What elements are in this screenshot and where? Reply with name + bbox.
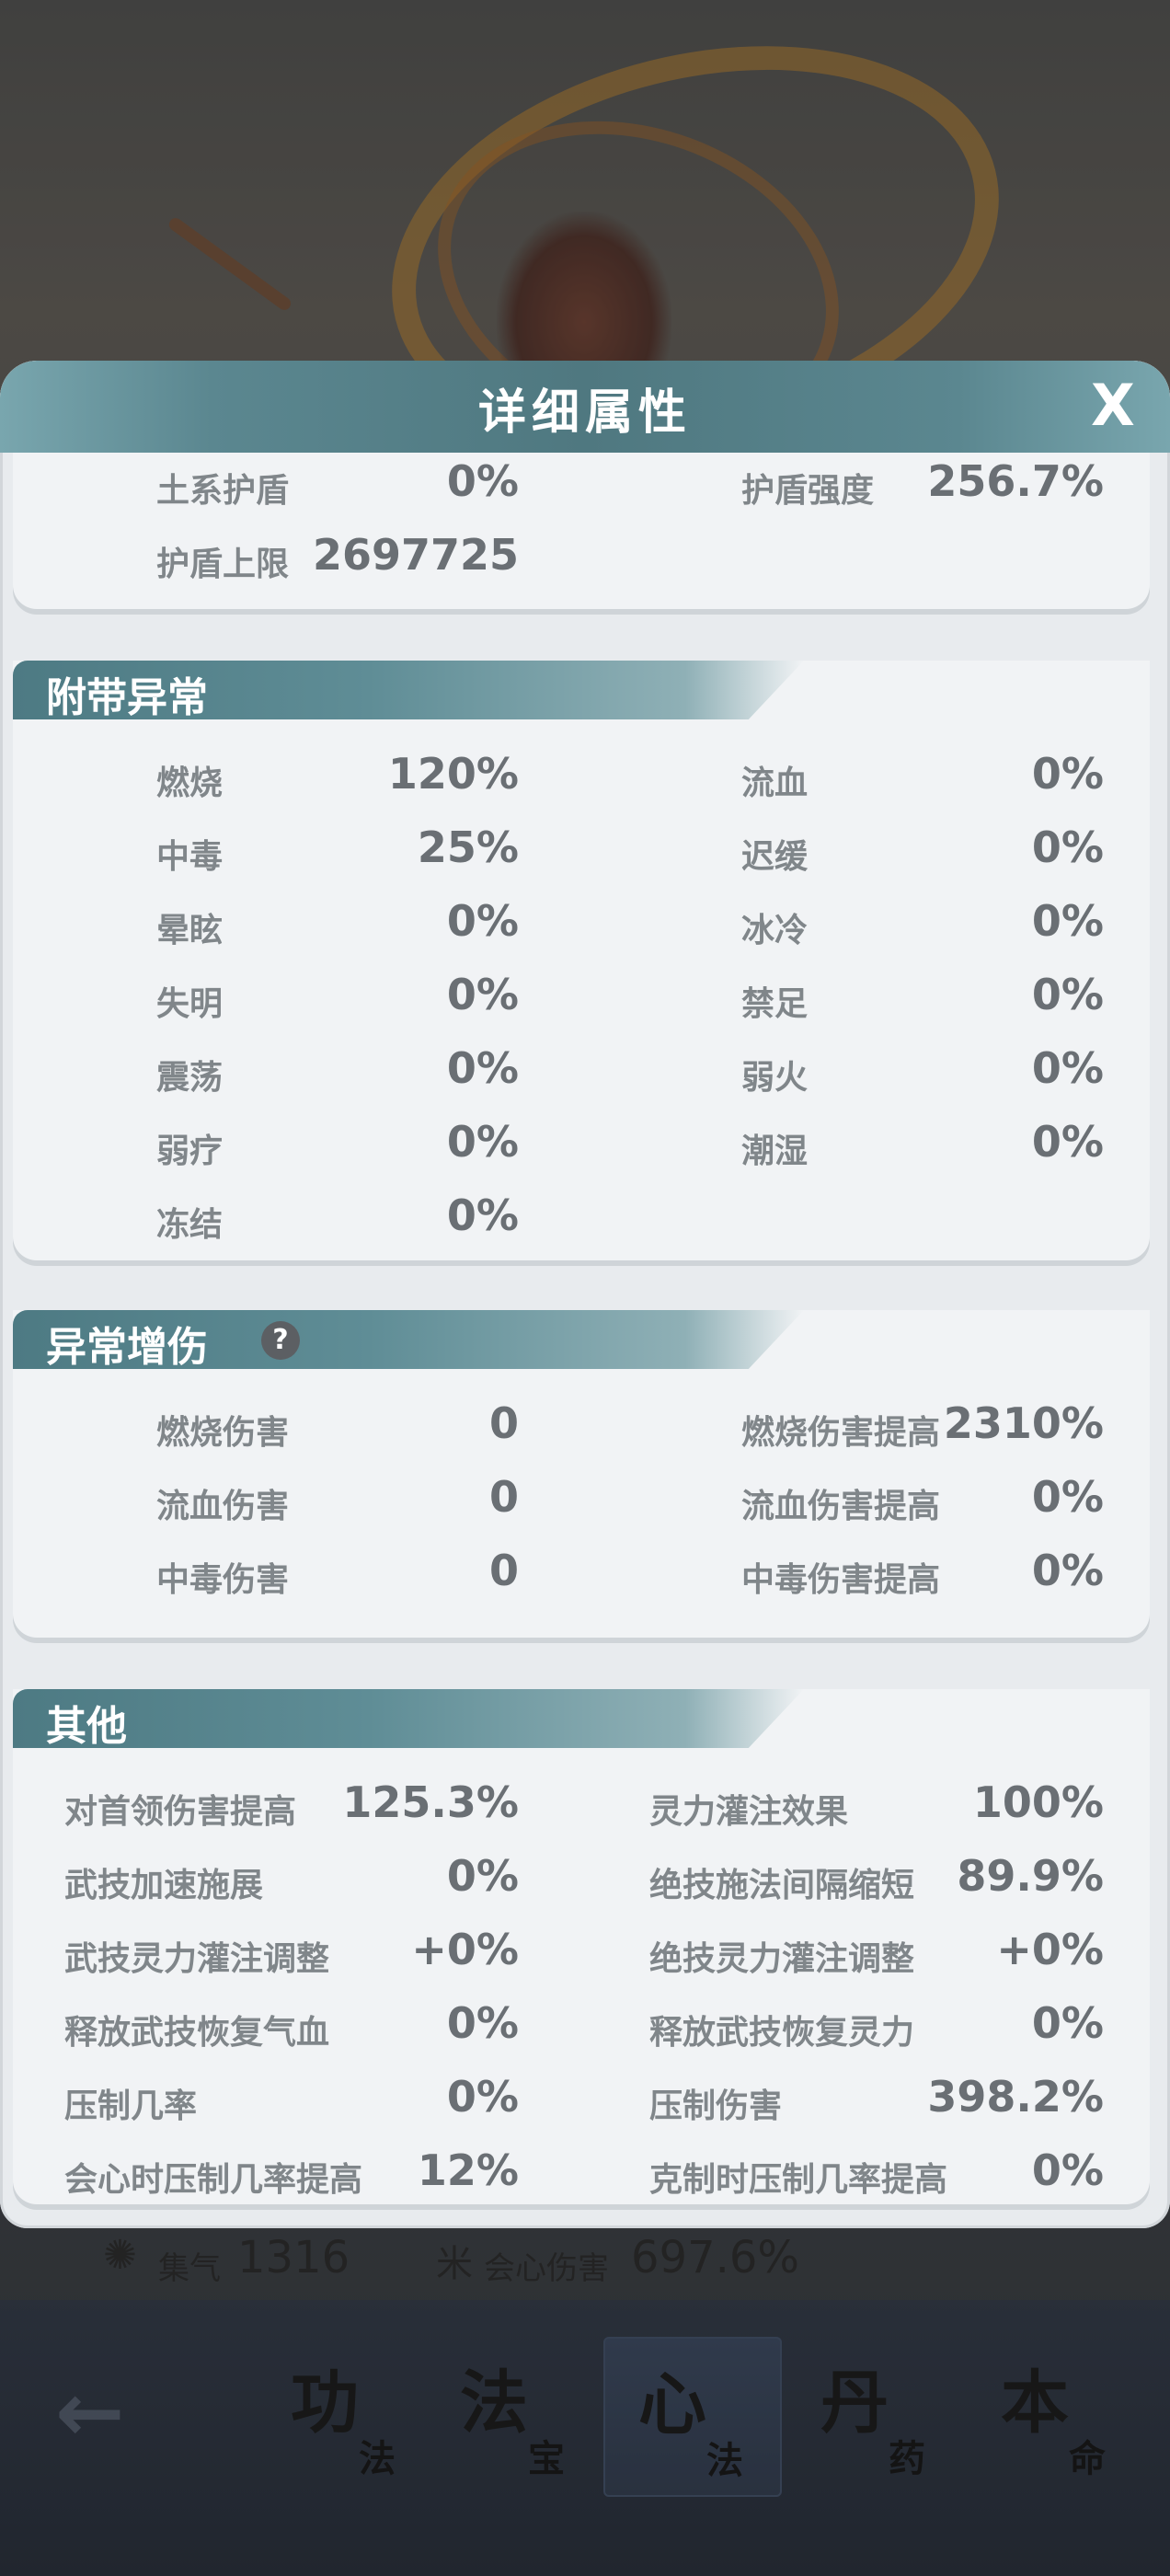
attr-label: 中毒伤害 (156, 1561, 290, 1599)
attr-label: 压制几率 (64, 2087, 198, 2125)
attr-label: 迟缓 (741, 838, 809, 876)
attr-value: 0% (446, 1117, 519, 1167)
attr-label: 压制伤害 (649, 2087, 783, 2125)
attr-value: 0% (446, 1190, 519, 1240)
status-damage-card: 异常增伤 ? 燃烧伤害 0 燃烧伤害提高 2310% 流血伤害 0 流血伤害提高… (13, 1310, 1150, 1638)
attr-label: 绝技施法间隔缩短 (649, 1867, 915, 1904)
section-title: 其他 (46, 1703, 127, 1750)
attr-value: 0% (1031, 896, 1104, 946)
attr-label: 燃烧伤害 (156, 1414, 290, 1452)
panel-header: 详细属性 X (0, 361, 1170, 453)
attr-value: 0% (1031, 1043, 1104, 1093)
panel-title: 详细属性 (477, 385, 692, 441)
attr-label: 释放武技恢复灵力 (649, 2014, 915, 2052)
attr-value: 89.9% (957, 1851, 1104, 1901)
attr-value: 100% (972, 1777, 1104, 1827)
section-title: 异常增伤 (46, 1324, 208, 1371)
attr-label: 弱火 (741, 1059, 809, 1097)
attr-label: 冰冷 (741, 912, 809, 949)
section-title: 附带异常 (46, 674, 208, 721)
attr-value: 2697725 (312, 530, 519, 580)
detail-attributes-panel: 详细属性 X 土系护盾 0% 护盾强度 256.7% 护盾上限 2697725 … (0, 361, 1170, 2228)
attr-value: 0% (1031, 822, 1104, 872)
attr-value: 2310% (943, 1398, 1104, 1448)
attr-label: 灵力灌注效果 (649, 1793, 849, 1831)
attr-label: 失明 (156, 985, 224, 1023)
attr-value: 398.2% (927, 2072, 1104, 2122)
attr-label: 武技加速施展 (64, 1867, 264, 1904)
attr-label: 流血伤害 (156, 1488, 290, 1525)
attr-value: 256.7% (927, 456, 1104, 506)
attr-value: 0% (1031, 1546, 1104, 1595)
attr-label: 燃烧 (156, 765, 224, 802)
attr-label: 潮湿 (741, 1133, 809, 1170)
attr-label: 护盾上限 (156, 546, 290, 583)
attr-value: 0% (446, 1851, 519, 1901)
attr-label: 弱疗 (156, 1133, 224, 1170)
attr-value: +0% (996, 1925, 1104, 1974)
close-icon[interactable]: X (1091, 372, 1135, 439)
attr-label: 武技灵力灌注调整 (64, 1940, 330, 1978)
attr-value: 120% (387, 749, 519, 799)
attr-value: 0% (1031, 1117, 1104, 1167)
attr-value: 0% (446, 896, 519, 946)
attr-value: 0% (1031, 2145, 1104, 2195)
attr-label: 克制时压制几率提高 (649, 2161, 948, 2199)
attr-value: 12% (417, 2145, 519, 2195)
other-card: 其他 对首领伤害提高 125.3% 灵力灌注效果 100% 武技加速施展 0% … (13, 1689, 1150, 2204)
attr-label: 晕眩 (156, 912, 224, 949)
attr-label: 震荡 (156, 1059, 224, 1097)
attr-label: 冻结 (156, 1206, 224, 1244)
status-effects-card: 附带异常 燃烧 120% 流血 0% 中毒 25% 迟缓 0% 晕眩 0% 冰冷… (13, 661, 1150, 1260)
attr-label: 流血 (741, 765, 809, 802)
attr-label: 护盾强度 (741, 472, 875, 510)
attr-label: 释放武技恢复气血 (64, 2014, 330, 2052)
attr-label: 禁足 (741, 985, 809, 1023)
attr-value: 0 (488, 1546, 519, 1595)
attr-label: 会心时压制几率提高 (64, 2161, 363, 2199)
section-header-band (13, 1689, 804, 1748)
attr-value: 25% (417, 822, 519, 872)
attr-value: 0% (1031, 749, 1104, 799)
attr-label: 土系护盾 (156, 472, 290, 510)
attr-value: 0% (1031, 1472, 1104, 1522)
attr-value: 0% (446, 1998, 519, 2048)
attr-value: 0% (1031, 1998, 1104, 2048)
attr-value: +0% (411, 1925, 519, 1974)
help-icon[interactable]: ? (261, 1321, 300, 1360)
attr-label: 对首领伤害提高 (64, 1793, 297, 1831)
attr-value: 0% (1031, 970, 1104, 1019)
shield-card: 土系护盾 0% 护盾强度 256.7% 护盾上限 2697725 (13, 453, 1150, 609)
attr-value: 0 (488, 1472, 519, 1522)
attr-label: 中毒 (156, 838, 224, 876)
attr-value: 0% (446, 1043, 519, 1093)
attr-value: 0% (446, 970, 519, 1019)
attr-value: 125.3% (342, 1777, 519, 1827)
attr-label: 绝技灵力灌注调整 (649, 1940, 915, 1978)
attr-value: 0 (488, 1398, 519, 1448)
attr-value: 0% (446, 456, 519, 506)
attr-value: 0% (446, 2072, 519, 2122)
